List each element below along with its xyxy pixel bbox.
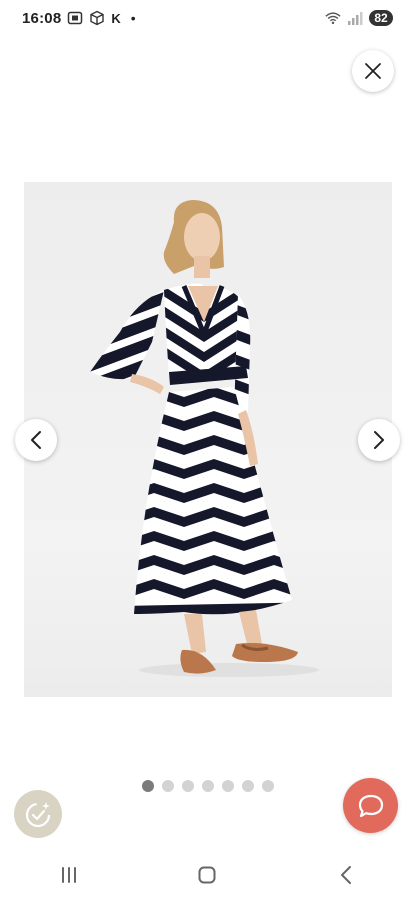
carrier-letter: K (111, 10, 121, 26)
wifi-icon (325, 10, 341, 26)
battery-level: 82 (369, 10, 393, 26)
chat-bubble-icon (358, 794, 383, 817)
system-navigation-bar (0, 850, 415, 900)
recents-icon (62, 867, 77, 883)
chevron-right-icon (374, 431, 384, 449)
cube-icon (89, 10, 105, 26)
next-image-button[interactable] (358, 419, 400, 461)
recents-button[interactable] (39, 855, 99, 895)
back-icon (340, 866, 351, 884)
sparkle-check-icon (25, 802, 51, 828)
pagination-dot-5[interactable] (221, 780, 234, 792)
pagination-dot-2[interactable] (161, 780, 174, 792)
status-time: 16:08 (22, 9, 62, 27)
chevron-left-icon (31, 431, 41, 449)
previous-image-button[interactable] (15, 419, 57, 461)
home-icon (198, 866, 216, 884)
status-right: 82 (325, 10, 393, 26)
chat-button[interactable] (343, 778, 398, 833)
pagination-dot-4[interactable] (201, 780, 214, 792)
pagination-dot-1[interactable] (141, 780, 154, 792)
home-button[interactable] (177, 855, 237, 895)
product-image[interactable] (24, 182, 392, 697)
close-icon (365, 63, 381, 79)
pagination-dot-6[interactable] (241, 780, 254, 792)
status-left: 16:08 K • (22, 10, 136, 27)
model-in-striped-dress (90, 200, 319, 677)
notification-dot: • (130, 10, 136, 26)
pagination-dot-7[interactable] (261, 780, 274, 792)
badge-button[interactable] (14, 790, 62, 838)
screenshot-icon (67, 10, 83, 26)
pagination-dot-3[interactable] (181, 780, 194, 792)
signal-icon (347, 10, 363, 26)
close-button[interactable] (352, 50, 394, 92)
back-button[interactable] (316, 855, 376, 895)
status-bar: 16:08 K • 82 (0, 0, 415, 36)
